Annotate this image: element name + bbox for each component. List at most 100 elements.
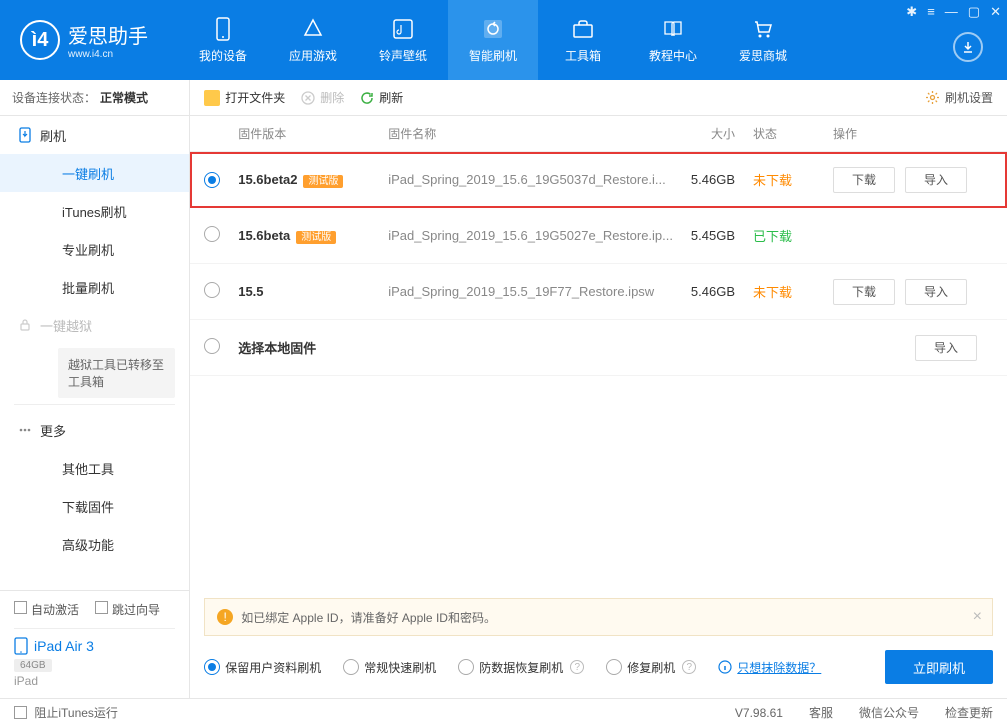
row-filename: iPad_Spring_2019_15.6_19G5037d_Restore.i… <box>388 172 673 187</box>
row-status: 未下载 <box>753 170 833 189</box>
nav-toolbox[interactable]: 工具箱 <box>538 0 628 80</box>
sidebar-oneclick-flash[interactable]: 一键刷机 <box>0 154 189 192</box>
sidebar-other-tools[interactable]: 其他工具 <box>0 449 189 487</box>
auto-activate-checkbox[interactable]: 自动激活 <box>14 601 79 618</box>
firmware-row[interactable]: 15.6beta2测试版 iPad_Spring_2019_15.6_19G50… <box>190 152 1007 208</box>
download-button[interactable]: 下载 <box>833 279 895 305</box>
music-icon <box>391 17 415 41</box>
firmware-row[interactable]: 选择本地固件 导入 <box>190 320 1007 376</box>
connection-status: 设备连接状态：正常模式 <box>0 80 189 116</box>
app-domain: www.i4.cn <box>68 49 148 60</box>
header-name: 固件名称 <box>388 125 673 142</box>
row-version: 15.5 <box>238 284 388 299</box>
check-update-link[interactable]: 检查更新 <box>945 704 993 721</box>
minimize-icon[interactable]: — <box>945 4 958 20</box>
toolbox-icon <box>571 17 595 41</box>
menu-icon[interactable]: ≡ <box>927 4 935 20</box>
logo-icon: ì4 <box>20 20 60 60</box>
flash-settings-button[interactable]: 刷机设置 <box>925 89 993 106</box>
delete-button: 删除 <box>301 89 344 106</box>
gear-icon <box>925 90 940 105</box>
row-size: 5.45GB <box>673 228 753 243</box>
device-panel: 自动激活 跳过向导 iPad Air 3 64GB iPad <box>0 590 189 698</box>
nav-tutorials[interactable]: 教程中心 <box>628 0 718 80</box>
logo: ì4 爱思助手 www.i4.cn <box>0 20 168 60</box>
row-filename: iPad_Spring_2019_15.6_19G5027e_Restore.i… <box>388 228 673 243</box>
row-status: 未下载 <box>753 282 833 301</box>
firmware-row[interactable]: 15.6beta测试版 iPad_Spring_2019_15.6_19G502… <box>190 208 1007 264</box>
apps-icon <box>301 17 325 41</box>
nav-apps[interactable]: 应用游戏 <box>268 0 358 80</box>
block-itunes-checkbox[interactable]: 阻止iTunes运行 <box>14 704 118 721</box>
separator <box>14 404 175 405</box>
help-icon[interactable]: ? <box>682 660 696 674</box>
device-icon <box>211 17 235 41</box>
opt-keep-data[interactable]: 保留用户资料刷机 <box>204 659 321 676</box>
refresh-button[interactable]: 刷新 <box>360 89 403 106</box>
top-nav: 我的设备 应用游戏 铃声壁纸 智能刷机 工具箱 教程中心 爱思商城 <box>178 0 1007 80</box>
import-button[interactable]: 导入 <box>915 335 977 361</box>
sidebar-download-fw[interactable]: 下载固件 <box>0 487 189 525</box>
opt-repair[interactable]: 修复刷机? <box>606 659 696 676</box>
beta-tag: 测试版 <box>303 175 343 188</box>
help-icon[interactable]: ? <box>570 660 584 674</box>
skip-guide-checkbox[interactable]: 跳过向导 <box>95 601 160 618</box>
opt-anti-recover[interactable]: 防数据恢复刷机? <box>458 659 584 676</box>
more-icon <box>18 423 36 437</box>
import-button[interactable]: 导入 <box>905 279 967 305</box>
book-icon <box>661 17 685 41</box>
sidebar-advanced[interactable]: 高级功能 <box>0 525 189 563</box>
firmware-row[interactable]: 15.5 iPad_Spring_2019_15.5_19F77_Restore… <box>190 264 1007 320</box>
open-folder-button[interactable]: 打开文件夹 <box>204 89 285 106</box>
sidebar-more-root[interactable]: 更多 <box>0 411 189 449</box>
header-version: 固件版本 <box>238 125 388 142</box>
warning-icon: ! <box>217 609 233 625</box>
table-header: 固件版本 固件名称 大小 状态 操作 <box>190 116 1007 152</box>
device-type: iPad <box>14 674 175 688</box>
device-name[interactable]: iPad Air 3 <box>14 637 175 655</box>
delete-icon <box>301 91 315 105</box>
maximize-icon[interactable]: ▢ <box>968 4 980 20</box>
download-manager-button[interactable] <box>953 32 983 62</box>
sidebar-batch-flash[interactable]: 批量刷机 <box>0 268 189 306</box>
nav-flash[interactable]: 智能刷机 <box>448 0 538 80</box>
skin-icon[interactable]: ✱ <box>906 4 917 20</box>
sidebar-pro-flash[interactable]: 专业刷机 <box>0 230 189 268</box>
row-radio[interactable] <box>204 338 220 354</box>
header: ì4 爱思助手 www.i4.cn 我的设备 应用游戏 铃声壁纸 智能刷机 工具… <box>0 0 1007 80</box>
row-version: 15.6beta2测试版 <box>238 172 388 187</box>
flash-icon <box>18 127 36 143</box>
beta-tag: 测试版 <box>296 231 336 244</box>
row-radio[interactable] <box>204 172 220 188</box>
flash-now-button[interactable]: 立即刷机 <box>885 650 993 684</box>
erase-link[interactable]: 只想抹除数据？ <box>718 659 821 676</box>
row-radio[interactable] <box>204 226 220 242</box>
folder-icon <box>204 90 220 106</box>
nav-my-device[interactable]: 我的设备 <box>178 0 268 80</box>
wechat-link[interactable]: 微信公众号 <box>859 704 919 721</box>
header-status: 状态 <box>753 125 833 142</box>
warning-close-button[interactable]: × <box>973 608 982 626</box>
ipad-icon <box>14 637 28 655</box>
sidebar: 设备连接状态：正常模式 刷机 一键刷机 iTunes刷机 专业刷机 批量刷机 一… <box>0 80 190 698</box>
sidebar-itunes-flash[interactable]: iTunes刷机 <box>0 192 189 230</box>
row-radio[interactable] <box>204 282 220 298</box>
version-label: V7.98.61 <box>735 706 783 720</box>
refresh-icon <box>360 91 374 105</box>
flash-options: 保留用户资料刷机 常规快速刷机 防数据恢复刷机? 修复刷机? 只想抹除数据？ 立… <box>204 650 993 684</box>
download-button[interactable]: 下载 <box>833 167 895 193</box>
warning-text: 如已绑定 Apple ID，请准备好 Apple ID和密码。 <box>241 609 496 626</box>
window-controls: ✱ ≡ — ▢ ✕ <box>906 4 1001 20</box>
nav-store[interactable]: 爱思商城 <box>718 0 808 80</box>
opt-normal[interactable]: 常规快速刷机 <box>343 659 436 676</box>
import-button[interactable]: 导入 <box>905 167 967 193</box>
app-name: 爱思助手 <box>68 20 148 49</box>
storage-badge: 64GB <box>14 659 52 672</box>
support-link[interactable]: 客服 <box>809 704 833 721</box>
close-icon[interactable]: ✕ <box>990 4 1001 20</box>
info-icon <box>718 660 732 674</box>
sidebar-flash-root[interactable]: 刷机 <box>0 116 189 154</box>
nav-ringtones[interactable]: 铃声壁纸 <box>358 0 448 80</box>
refresh-icon <box>481 17 505 41</box>
footer: 阻止iTunes运行 V7.98.61 客服 微信公众号 检查更新 <box>0 698 1007 726</box>
